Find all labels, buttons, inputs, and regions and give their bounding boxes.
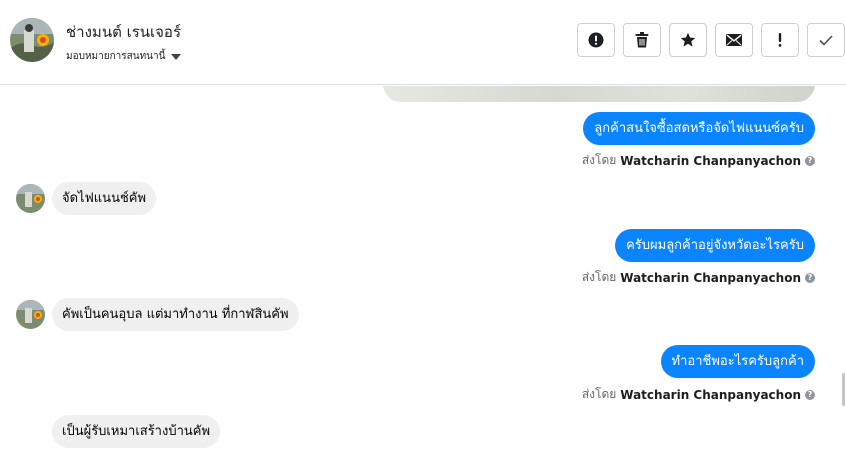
alert-circle-icon [588,32,604,48]
assign-conversation-dropdown[interactable]: มอบหมายการสนทนานี้ [66,49,182,64]
mark-unread-button[interactable] [715,23,753,57]
assign-label: มอบหมายการสนทนานี้ [66,51,166,62]
incoming-message[interactable]: เป็นผู้รับเหมาเสร้างบ้านคัพ [52,415,221,448]
info-icon[interactable]: ? [805,272,815,283]
incoming-message[interactable]: จัดไฟแนนช์คัพ [52,182,157,215]
outgoing-message[interactable]: ลูกค้าสนใจซื้อสดหรือจัดไฟแนนซ์ครับ [583,112,815,145]
incoming-message-row: คัพเป็นคนอุบล แต่มาทำงาน ที่กาฬสินคัพ [16,298,299,331]
sent-by-prefix: ส่งโดย [581,153,617,167]
conversation-actions [577,23,845,57]
caret-down-icon [171,53,182,60]
incoming-message-row: เป็นผู้รับเหมาเสร้างบ้านคัพ [16,415,221,448]
incoming-message-row: จัดไฟแนนช์คัพ [16,182,157,215]
delete-button[interactable] [623,23,661,57]
sent-by-prefix: ส่งโดย [581,270,617,284]
spam-button[interactable] [577,23,615,57]
check-icon [819,34,833,46]
trash-icon [635,32,649,48]
mark-done-button[interactable] [807,23,845,57]
sender-name[interactable]: Watcharin Chanpanyachon [620,154,801,168]
contact-avatar-small[interactable] [16,184,45,213]
sent-by-prefix: ส่งโดย [581,387,617,401]
contact-avatar-small[interactable] [16,300,45,329]
sender-name[interactable]: Watcharin Chanpanyachon [620,271,801,285]
info-icon[interactable]: ? [805,389,815,400]
sent-by-line: ส่งโดย Watcharin Chanpanyachon ? [582,385,815,404]
incoming-message[interactable]: คัพเป็นคนอุบล แต่มาทำงาน ที่กาฬสินคัพ [52,298,299,331]
contact-name[interactable]: ช่างมนต์ เรนเจอร์ [66,20,181,44]
image-attachment[interactable] [383,86,815,102]
outgoing-message[interactable]: ครับผมลูกค้าอยู่จังหวัดอะไรครับ [615,229,815,262]
sent-by-line: ส่งโดย Watcharin Chanpanyachon ? [582,268,815,287]
message-thread[interactable]: ลูกค้าสนใจซื้อสดหรือจัดไฟแนนซ์ครับ ส่งโด… [0,86,846,449]
envelope-icon [726,34,742,46]
scrollbar-thumb[interactable] [842,373,845,406]
thread-scrollbar[interactable] [840,86,846,449]
exclamation-icon [778,33,782,47]
sender-name[interactable]: Watcharin Chanpanyachon [620,388,801,402]
sent-by-line: ส่งโดย Watcharin Chanpanyachon ? [582,151,815,170]
mark-important-button[interactable] [761,23,799,57]
info-icon[interactable]: ? [805,155,815,166]
star-button[interactable] [669,23,707,57]
contact-avatar[interactable] [10,18,54,62]
star-icon [680,32,696,47]
outgoing-message[interactable]: ทำอาชีพอะไรครับลูกค้า [660,345,815,378]
conversation-header: ช่างมนต์ เรนเจอร์ มอบหมายการสนทนานี้ [0,0,846,85]
